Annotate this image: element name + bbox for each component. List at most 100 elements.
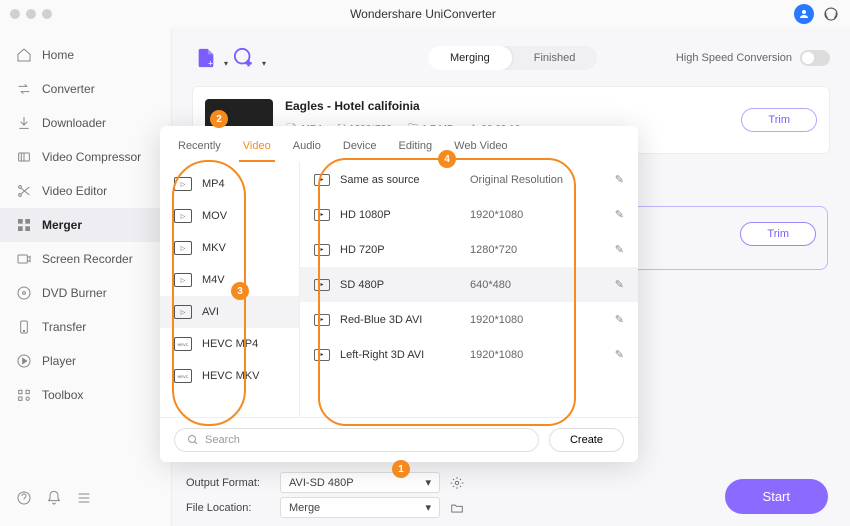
resolution-item[interactable]: ▸Red-Blue 3D AVI1920*1080✎	[300, 302, 638, 337]
create-button[interactable]: Create	[549, 428, 624, 452]
bell-icon[interactable]	[46, 490, 62, 506]
format-hevc-mp4[interactable]: HEVCHEVC MP4	[160, 328, 299, 360]
resolution-item[interactable]: ▸Same as sourceOriginal Resolution✎	[300, 162, 638, 197]
format-icon: ▷	[174, 273, 192, 287]
resolution-item[interactable]: ▸SD 480P640*480✎	[300, 267, 638, 302]
sidebar-item-dvd[interactable]: DVD Burner	[0, 276, 171, 310]
window-title: Wondershare UniConverter	[52, 7, 794, 21]
segment-control: Merging Finished	[428, 46, 597, 70]
avatar-icon[interactable]	[794, 4, 814, 24]
callout-2: 2	[210, 110, 228, 128]
sidebar-item-label: Video Editor	[42, 184, 107, 198]
tab-device[interactable]: Device	[339, 136, 381, 162]
file-title: Eagles - Hotel califoinia	[285, 99, 729, 113]
tab-recently[interactable]: Recently	[174, 136, 225, 162]
sidebar-item-label: Video Compressor	[42, 150, 141, 164]
add-url-button[interactable]: +▾	[230, 44, 258, 72]
sidebar-item-label: Toolbox	[42, 388, 83, 402]
trim-button[interactable]: Trim	[741, 108, 817, 132]
format-column: ▷MP4 ▷MOV ▷MKV ▷M4V ▷AVI HEVCHEVC MP4 HE…	[160, 162, 300, 417]
sidebar-item-toolbox[interactable]: Toolbox	[0, 378, 171, 412]
search-icon	[187, 434, 199, 446]
format-mkv[interactable]: ▷MKV	[160, 232, 299, 264]
tab-webvideo[interactable]: Web Video	[450, 136, 511, 162]
convert-icon	[16, 81, 32, 97]
svg-text:+: +	[246, 58, 251, 68]
sidebar-item-downloader[interactable]: Downloader	[0, 106, 171, 140]
scissors-icon	[16, 183, 32, 199]
add-file-button[interactable]: +▾	[192, 44, 220, 72]
edit-icon[interactable]: ✎	[615, 243, 624, 256]
segment-finished[interactable]: Finished	[512, 46, 598, 70]
player-icon	[16, 353, 32, 369]
chevron-down-icon: ▾	[262, 59, 266, 68]
tab-editing[interactable]: Editing	[395, 136, 437, 162]
resolution-item[interactable]: ▸Left-Right 3D AVI1920*1080✎	[300, 337, 638, 372]
format-m4v[interactable]: ▷M4V	[160, 264, 299, 296]
edit-icon[interactable]: ✎	[615, 313, 624, 326]
help-icon[interactable]	[16, 490, 32, 506]
transfer-icon	[16, 319, 32, 335]
minimize-dot-icon[interactable]	[26, 9, 36, 19]
home-icon	[16, 47, 32, 63]
popup-tabs: Recently Video Audio Device Editing Web …	[160, 126, 638, 162]
play-icon: ▸	[314, 244, 330, 256]
resolution-item[interactable]: ▸HD 1080P1920*1080✎	[300, 197, 638, 232]
output-format-label: Output Format:	[186, 477, 270, 489]
play-icon: ▸	[314, 174, 330, 186]
speed-label: High Speed Conversion	[676, 52, 792, 64]
edit-icon[interactable]: ✎	[615, 278, 624, 291]
sidebar-item-converter[interactable]: Converter	[0, 72, 171, 106]
gear-icon[interactable]	[450, 476, 464, 490]
play-icon: ▸	[314, 314, 330, 326]
dvd-icon	[16, 285, 32, 301]
window-controls	[10, 9, 52, 19]
format-avi[interactable]: ▷AVI	[160, 296, 299, 328]
resolution-column: ▸Same as sourceOriginal Resolution✎ ▸HD …	[300, 162, 638, 417]
chevron-down-icon: ▾	[224, 59, 228, 68]
play-icon: ▸	[314, 209, 330, 221]
segment-merging[interactable]: Merging	[428, 46, 512, 70]
download-icon	[16, 115, 32, 131]
format-hevc-mkv[interactable]: HEVCHEVC MKV	[160, 360, 299, 392]
sidebar-item-label: Downloader	[42, 116, 106, 130]
tab-audio[interactable]: Audio	[289, 136, 325, 162]
callout-1: 1	[392, 460, 410, 478]
merger-icon	[16, 217, 32, 233]
file-location-select[interactable]: Merge▾	[280, 497, 440, 518]
maximize-dot-icon[interactable]	[42, 9, 52, 19]
support-icon[interactable]	[822, 5, 840, 23]
sidebar-item-label: Home	[42, 48, 74, 62]
edit-icon[interactable]: ✎	[615, 173, 624, 186]
edit-icon[interactable]: ✎	[615, 208, 624, 221]
sidebar-item-merger[interactable]: Merger	[0, 208, 171, 242]
chevron-down-icon: ▾	[425, 476, 431, 489]
format-mov[interactable]: ▷MOV	[160, 200, 299, 232]
bottom-bar: Output Format: AVI-SD 480P▾ File Locatio…	[186, 468, 828, 518]
menu-icon[interactable]	[76, 490, 92, 506]
file-location-label: File Location:	[186, 502, 270, 514]
play-icon: ▸	[314, 279, 330, 291]
sidebar: Home Converter Downloader Video Compress…	[0, 28, 172, 526]
svg-text:+: +	[208, 58, 213, 68]
sidebar-item-player[interactable]: Player	[0, 344, 171, 378]
sidebar-item-compressor[interactable]: Video Compressor	[0, 140, 171, 174]
chevron-down-icon: ▾	[425, 501, 431, 514]
folder-icon[interactable]	[450, 501, 464, 515]
output-format-select[interactable]: AVI-SD 480P▾	[280, 472, 440, 493]
close-dot-icon[interactable]	[10, 9, 20, 19]
sidebar-item-home[interactable]: Home	[0, 38, 171, 72]
resolution-item[interactable]: ▸HD 720P1280*720✎	[300, 232, 638, 267]
speed-toggle[interactable]	[800, 50, 830, 66]
format-icon: ▷	[174, 241, 192, 255]
sidebar-item-editor[interactable]: Video Editor	[0, 174, 171, 208]
tab-video[interactable]: Video	[239, 136, 275, 162]
edit-icon[interactable]: ✎	[615, 348, 624, 361]
search-input[interactable]: Search	[174, 428, 539, 452]
sidebar-item-label: Merger	[42, 218, 82, 232]
start-button[interactable]: Start	[725, 479, 828, 514]
sidebar-item-transfer[interactable]: Transfer	[0, 310, 171, 344]
play-icon: ▸	[314, 349, 330, 361]
format-mp4[interactable]: ▷MP4	[160, 168, 299, 200]
sidebar-item-recorder[interactable]: Screen Recorder	[0, 242, 171, 276]
